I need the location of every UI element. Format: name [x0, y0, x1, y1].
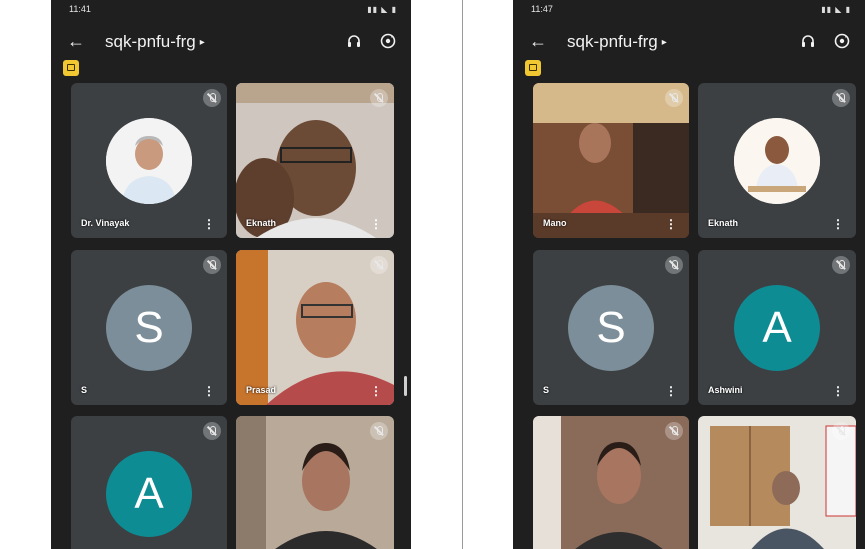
avatar: [106, 117, 192, 204]
avatar: [734, 117, 820, 204]
more-vertical-icon[interactable]: ⋮: [665, 385, 677, 397]
more-vertical-icon[interactable]: ⋮: [832, 385, 844, 397]
presentation-icon[interactable]: [525, 60, 541, 76]
avatar: S: [106, 284, 192, 371]
meeting-code-text: sqk-pnfu-frg: [567, 32, 658, 51]
mic-off-icon: [370, 89, 388, 107]
more-vertical-icon[interactable]: ⋮: [665, 218, 677, 230]
video-feed: [236, 416, 394, 549]
meeting-code[interactable]: sqk-pnfu-frg ▸: [567, 32, 667, 52]
mic-off-icon: [665, 422, 683, 440]
participant-tile[interactable]: A Ashwini ⋮: [698, 250, 856, 405]
video-feed: [236, 83, 394, 238]
mic-off-icon: [665, 89, 683, 107]
back-arrow-icon[interactable]: ←: [67, 31, 85, 52]
participant-name: Dr. Vinayak: [81, 218, 130, 228]
headphones-icon[interactable]: [347, 34, 361, 48]
participant-name: Eknath: [708, 218, 739, 228]
participant-tile[interactable]: S S ⋮: [533, 250, 689, 405]
participant-tile[interactable]: Eknath ⋮: [236, 83, 394, 238]
switch-camera-icon[interactable]: [833, 32, 851, 50]
meeting-code-text: sqk-pnfu-frg: [105, 32, 196, 51]
meeting-header: ← sqk-pnfu-frg ▸: [513, 28, 865, 56]
caret-right-icon: ▸: [199, 37, 205, 48]
participant-tile[interactable]: [533, 416, 689, 549]
more-vertical-icon[interactable]: ⋮: [203, 385, 215, 397]
mic-off-icon: [665, 256, 683, 274]
status-time: 11:47: [531, 4, 553, 14]
participant-tile[interactable]: Mano ⋮: [533, 83, 689, 238]
video-feed: [236, 250, 394, 405]
headphones-icon[interactable]: [801, 34, 815, 48]
system-icons: ▮▮ ◣ ▮: [821, 5, 851, 14]
video-feed: [533, 83, 689, 238]
participant-tile[interactable]: [698, 416, 856, 549]
caret-right-icon: ▸: [661, 37, 667, 48]
mic-off-icon: [203, 89, 221, 107]
participant-tile[interactable]: S S ⋮: [71, 250, 227, 405]
phone-screen-right: 11:47 ▮▮ ◣ ▮ ← sqk-pnfu-frg ▸ Mano ⋮ Ekna…: [513, 0, 865, 549]
participant-name: Mano: [543, 218, 567, 228]
mic-off-icon: [203, 422, 221, 440]
participant-name: S: [81, 385, 88, 395]
more-vertical-icon[interactable]: ⋮: [370, 218, 382, 230]
scrollbar[interactable]: [404, 376, 407, 396]
video-feed: [698, 416, 856, 549]
participant-tile[interactable]: Prasad ⋮: [236, 250, 394, 405]
avatar: S: [568, 284, 654, 371]
system-icons: ▮▮ ◣ ▮: [367, 5, 397, 14]
mic-off-icon: [832, 422, 850, 440]
participant-name: Eknath: [246, 218, 277, 228]
screenshot-divider: [462, 0, 463, 549]
mic-off-icon: [203, 256, 221, 274]
participant-tile[interactable]: Eknath ⋮: [698, 83, 856, 238]
status-bar: 11:41 ▮▮ ◣ ▮: [51, 0, 411, 16]
mic-off-icon: [832, 256, 850, 274]
status-time: 11:41: [69, 4, 91, 14]
back-arrow-icon[interactable]: ←: [529, 31, 547, 52]
participant-tile[interactable]: A: [71, 416, 227, 549]
more-vertical-icon[interactable]: ⋮: [832, 218, 844, 230]
avatar: A: [734, 284, 820, 371]
more-vertical-icon[interactable]: ⋮: [370, 385, 382, 397]
meeting-code[interactable]: sqk-pnfu-frg ▸: [105, 32, 205, 52]
more-vertical-icon[interactable]: ⋮: [203, 218, 215, 230]
mic-off-icon: [370, 422, 388, 440]
avatar: A: [106, 451, 192, 537]
status-bar: 11:47 ▮▮ ◣ ▮: [513, 0, 865, 16]
participant-tile[interactable]: [236, 416, 394, 549]
meeting-header: ← sqk-pnfu-frg ▸: [51, 28, 411, 56]
participant-name: S: [543, 385, 550, 395]
mic-off-icon: [832, 89, 850, 107]
participant-tile[interactable]: Dr. Vinayak ⋮: [71, 83, 227, 238]
phone-screen-left: 11:41 ▮▮ ◣ ▮ ← sqk-pnfu-frg ▸ Dr. Vinayak…: [51, 0, 411, 549]
participant-name: Ashwini: [708, 385, 743, 395]
presentation-icon[interactable]: [63, 60, 79, 76]
switch-camera-icon[interactable]: [379, 32, 397, 50]
mic-off-icon: [370, 256, 388, 274]
participant-name: Prasad: [246, 385, 277, 395]
